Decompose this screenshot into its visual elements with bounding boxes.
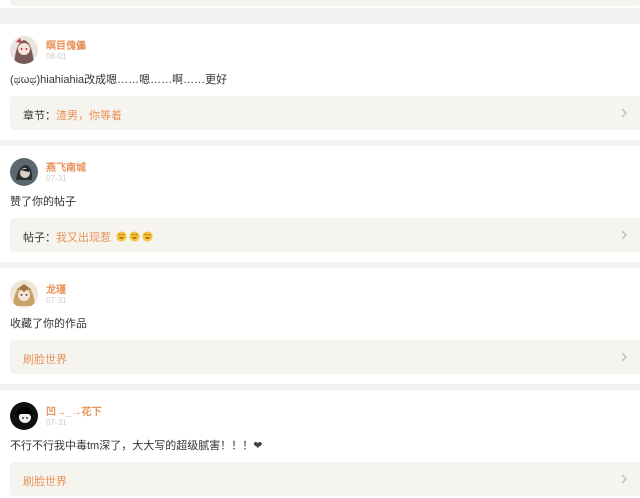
reference-link[interactable]: 刷脸世界 bbox=[10, 462, 640, 496]
reference-title: 刷脸世界 bbox=[23, 354, 67, 366]
grin-emoji-icon bbox=[129, 231, 140, 242]
black-character-avatar-icon bbox=[10, 402, 38, 430]
chevron-right-icon bbox=[618, 229, 630, 241]
heart-icon: ❤ bbox=[253, 440, 263, 452]
notification-text-wrapper: 不行不行我中毒tm深了，大大写的超级腻害！！！❤ bbox=[10, 437, 262, 453]
reference-text: 刷脸世界 bbox=[23, 473, 67, 489]
reference-text: 章节：渣男，你等着 bbox=[23, 107, 122, 123]
timestamp: 08-01 bbox=[46, 52, 67, 61]
reference-prefix: 帖子： bbox=[23, 232, 56, 244]
avatar[interactable] bbox=[10, 36, 38, 64]
avatar[interactable] bbox=[10, 280, 38, 308]
notification-text: 赞了你的帖子 bbox=[10, 196, 76, 208]
reference-text: 帖子：我又出现惹 bbox=[23, 229, 153, 245]
username[interactable]: 龙瑾 bbox=[46, 281, 66, 296]
reference-title: 渣男，你等着 bbox=[56, 110, 122, 122]
reference-title: 刷脸世界 bbox=[23, 476, 67, 488]
partial-reference-box[interactable] bbox=[10, 0, 640, 6]
chevron-right-icon bbox=[618, 473, 630, 485]
reference-link[interactable]: 帖子：我又出现惹 bbox=[10, 218, 640, 252]
grin-emoji-icon bbox=[142, 231, 153, 242]
notification-text: 收藏了你的作品 bbox=[10, 318, 87, 330]
avatar[interactable] bbox=[10, 402, 38, 430]
notification-item: 龙瑾 07-31 收藏了你的作品 刷脸世界 bbox=[0, 268, 640, 384]
notification-item: 瞑目傀儡 08-01 (ಥωಥ)hiahiahia改成嗯……嗯……啊……更好 章… bbox=[0, 24, 640, 140]
avatar[interactable] bbox=[10, 158, 38, 186]
partial-notification-card bbox=[0, 0, 640, 8]
notification-item: 燕飞南城 07-31 赞了你的帖子 帖子：我又出现惹 bbox=[0, 146, 640, 262]
reference-prefix: 章节： bbox=[23, 110, 56, 122]
timestamp: 07-31 bbox=[46, 174, 67, 183]
anime-avatar-icon bbox=[10, 36, 38, 64]
reference-title: 我又出现惹 bbox=[56, 232, 111, 244]
notification-text: 不行不行我中毒tm深了，大大写的超级腻害！！！ bbox=[10, 440, 254, 452]
username[interactable]: 瞑目傀儡 bbox=[46, 37, 86, 52]
username[interactable]: 燕飞南城 bbox=[46, 159, 86, 174]
timestamp: 07-31 bbox=[46, 296, 67, 305]
reference-text: 刷脸世界 bbox=[23, 351, 67, 367]
username[interactable]: 凹→_→花下 bbox=[46, 403, 102, 418]
notification-item: 凹→_→花下 07-31 不行不行我中毒tm深了，大大写的超级腻害！！！❤ 刷脸… bbox=[0, 390, 640, 498]
dark-character-avatar-icon bbox=[10, 158, 38, 186]
chevron-right-icon bbox=[618, 351, 630, 363]
anime-avatar-icon bbox=[10, 280, 38, 308]
reference-link[interactable]: 章节：渣男，你等着 bbox=[10, 96, 640, 130]
reference-link[interactable]: 刷脸世界 bbox=[10, 340, 640, 374]
timestamp: 07-31 bbox=[46, 418, 67, 427]
notification-text: (ಥωಥ)hiahiahia改成嗯……嗯……啊……更好 bbox=[10, 74, 228, 86]
chevron-right-icon bbox=[618, 107, 630, 119]
grin-emoji-icon bbox=[116, 231, 127, 242]
